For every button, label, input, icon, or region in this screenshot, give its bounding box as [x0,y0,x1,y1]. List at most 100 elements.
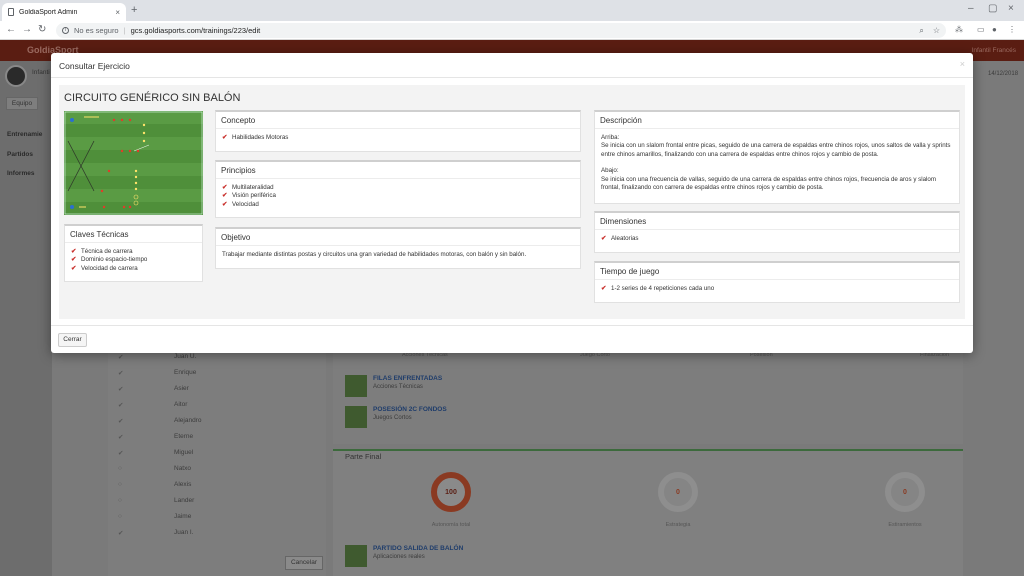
menu-dots-icon[interactable]: ⋮ [1008,25,1016,34]
abajo-text: Se inicia con una frecuencia de vallas, … [601,175,937,192]
address-bar[interactable]: i No es seguro | gcs.goldiasports.com/tr… [56,23,946,38]
cone-red [120,118,124,122]
player-marker [70,118,74,122]
exercise-item[interactable]: PARTIDO SALIDA DE BALÓN Aplicaciones real… [345,545,463,567]
browser-toolbar: ← → ↻ i No es seguro | gcs.goldiasports.… [0,21,1024,40]
exercise-thumbnail [345,406,367,428]
claves-heading: Claves Técnicas [65,226,202,243]
security-label: No es seguro [74,26,119,35]
donut-label: Estrategia [665,522,691,528]
check-icon: ✔ [222,200,228,208]
check-icon: ✔ [222,184,228,191]
exercise-title[interactable]: PARTIDO SALIDA DE BALÓN [373,545,463,552]
url-separator: | [123,26,126,35]
exercise-subtitle: Juegos Cortos [373,415,412,421]
forward-icon[interactable]: → [22,24,32,35]
back-icon[interactable]: ← [6,24,16,35]
sidebar-item-informes[interactable]: Informes [7,170,34,177]
check-icon: ✔ [601,285,607,292]
principios-card: Principios ✔ Multilateralidad ✔ Visión per… [215,160,581,218]
check-icon: ✔ [601,235,607,242]
cone-yellow [134,181,138,185]
objetivo-text: Trabajar mediante distintas postas y cir… [222,251,527,258]
training-date: 14/12/2018 [988,71,1019,77]
check-icon: ✔ [71,264,77,272]
sidebar-item-entrenamientos[interactable]: Entrenamie [7,131,42,138]
player-row[interactable]: ✔ Enrique [118,369,196,377]
close-tab-icon[interactable]: × [115,8,120,17]
player-row[interactable]: ✔ Miguel [118,449,193,457]
info-icon[interactable]: i [62,27,69,34]
exercise-title[interactable]: POSESIÓN 2C FONDOS [373,406,447,413]
minimize-icon[interactable]: – [968,3,974,14]
exercise-item[interactable]: FILAS ENFRENTADAS Acciones Técnicas [345,375,442,397]
maximize-icon[interactable]: ▢ [988,3,997,14]
cancel-button[interactable]: Cancelar [285,556,323,570]
descripcion-heading: Descripción [595,112,959,129]
player-row[interactable]: ✔ Asier [118,385,189,393]
donut-label: Estiramientos [888,522,922,528]
cone-red [128,118,132,122]
player-row[interactable]: ✔ Aitor [118,401,187,409]
cone-yellow [142,123,146,127]
list-item: ✔ Visión periférica [222,192,276,200]
new-tab-icon[interactable]: + [131,4,137,16]
sidebar-item-partidos[interactable]: Partidos [7,151,33,158]
close-window-icon[interactable]: × [1008,3,1014,14]
check-icon: ✔ [71,248,77,255]
list-item: ✔ Velocidad [222,200,259,208]
team-button[interactable]: Equipo [6,97,38,110]
check-icon: ✔ [222,134,228,141]
arriba-label: Arriba: [601,134,620,141]
modal-header: Consultar Ejercicio × [51,53,973,78]
cone-red [128,149,132,153]
close-icon[interactable]: × [960,59,965,69]
profile-icon[interactable]: ● [992,25,997,34]
player-row[interactable]: ○ Natxo [118,465,191,472]
cone-yellow [134,187,138,191]
close-button[interactable]: Cerrar [58,333,87,347]
exercise-item[interactable]: POSESIÓN 2C FONDOS Juegos Cortos [345,406,447,428]
dimensiones-heading: Dimensiones [595,213,959,230]
descripcion-card: Descripción Arriba: Se inicia con un sla… [594,110,960,204]
player-row[interactable]: ✔ Juan I. [118,529,194,537]
final-section-title: Parte Final [345,452,382,461]
cone-red [107,169,111,173]
list-item: ✔ Habilidades Motoras [222,134,289,141]
list-item: ✔ Aleatorias [601,235,639,242]
extension-icon[interactable]: ⁂ [955,25,963,34]
principios-heading: Principios [216,162,580,179]
cone-red [102,205,106,209]
check-icon: ✔ [222,192,228,200]
player-row[interactable]: ✔ Juan U. [118,353,196,361]
concepto-card: Concepto ✔ Habilidades Motoras [215,110,581,152]
list-item: ✔ Multilateralidad [222,184,274,191]
player-row[interactable]: ○ Alexis [118,481,191,488]
player-row[interactable]: ✔ Alejandro [118,417,201,425]
cast-icon[interactable]: ▭ [977,25,985,34]
donut-chart: 100 [431,472,471,512]
modal-footer: Cerrar [51,325,973,353]
exercise-title[interactable]: FILAS ENFRENTADAS [373,375,442,382]
cone-red [100,189,104,193]
reload-icon[interactable]: ↻ [38,24,46,35]
player-row[interactable]: ○ Lander [118,497,194,504]
list-item: ✔ Velocidad de carrera [71,264,138,272]
cone-red [112,118,116,122]
arriba-text: Se inicia con un slalom frontal entre pi… [601,142,951,158]
zoom-icon[interactable]: ⌕ [919,26,923,36]
user-name[interactable]: Infantil Francés [972,47,1016,54]
document-icon [8,8,14,16]
team-logo [5,65,27,87]
exercise-diagram[interactable] [64,111,203,215]
tiempo-card: Tiempo de juego ✔ 1-2 series de 4 repetic… [594,261,960,303]
browser-tab[interactable]: GoldiaSport Admin × [2,3,126,21]
url-text[interactable]: gcs.goldiasports.com/trainings/223/edit [131,26,911,35]
cone-red [128,205,132,209]
player-marker [70,205,74,209]
cone-yellow [142,131,146,135]
concepto-heading: Concepto [216,112,580,129]
player-row[interactable]: ○ Jaime [118,513,191,520]
player-row[interactable]: ✔ Eterne [118,433,193,441]
bookmark-star-icon[interactable]: ☆ [933,26,940,35]
